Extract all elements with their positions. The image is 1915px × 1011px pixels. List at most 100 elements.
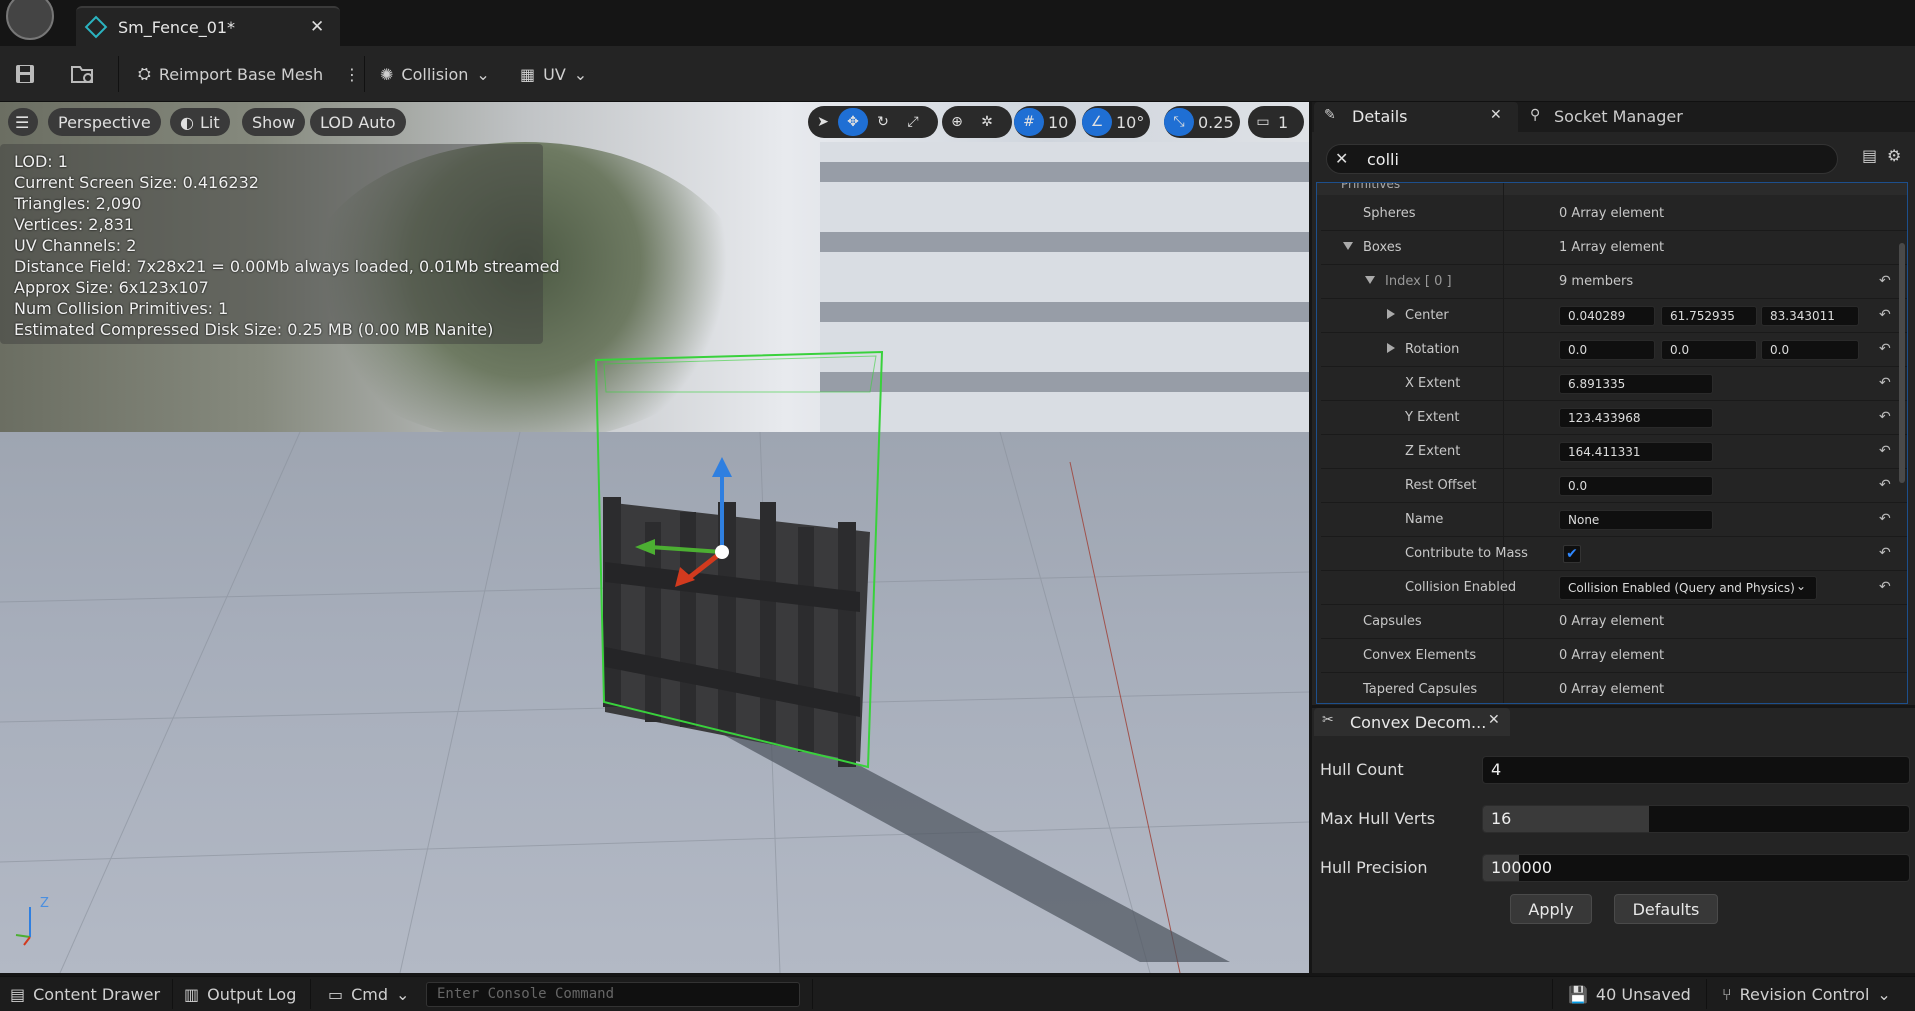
tab-convex-decomposition[interactable]: ✂ Convex Decom... ✕	[1314, 708, 1510, 736]
hull-precision-slider[interactable]: 100000	[1482, 854, 1910, 882]
reset-to-default-icon[interactable]: ↶	[1879, 375, 1891, 391]
camera-speed-value[interactable]: 1	[1278, 113, 1288, 132]
center-z-field[interactable]: 83.343011	[1761, 306, 1859, 326]
details-tab-label: Details	[1352, 107, 1408, 126]
browse-folder-icon[interactable]	[70, 60, 96, 88]
reset-to-default-icon[interactable]: ↶	[1879, 477, 1891, 493]
output-log-icon: ▥	[184, 985, 200, 1004]
console-command-input[interactable]: Enter Console Command	[426, 982, 800, 1007]
grid-snap-value[interactable]: 10	[1044, 113, 1068, 132]
y-extent-field[interactable]: 123.433968	[1559, 408, 1713, 428]
reset-to-default-icon[interactable]: ↶	[1879, 443, 1891, 459]
rotation-y-field[interactable]: 0.0	[1661, 340, 1757, 360]
max-hull-verts-slider[interactable]: 16	[1482, 805, 1910, 833]
expand-arrow-icon[interactable]	[1387, 343, 1395, 353]
z-extent-label: Z Extent	[1405, 444, 1461, 459]
name-field[interactable]: None	[1559, 510, 1713, 530]
reset-to-default-icon[interactable]: ↶	[1879, 341, 1891, 357]
x-extent-field[interactable]: 6.891335	[1559, 374, 1713, 394]
tab-socket-manager[interactable]: ⚲ Socket Manager	[1522, 102, 1742, 132]
collision-enabled-dropdown[interactable]: Collision Enabled (Query and Physics) ⌄	[1559, 576, 1817, 600]
collision-menu-button[interactable]: ✺ Collision ⌄	[380, 60, 490, 88]
reset-to-default-icon[interactable]: ↶	[1879, 511, 1891, 527]
translate-tool-icon[interactable]: ✥	[838, 108, 868, 136]
lod-label: LOD Auto	[320, 112, 396, 132]
boxes-row[interactable]: Boxes 1 Array element	[1321, 231, 1907, 265]
viewport-menu-button[interactable]: ☰	[8, 108, 38, 136]
reimport-base-mesh-button[interactable]: ⛭ Reimport Base Mesh	[138, 60, 323, 88]
tab-details[interactable]: ✎ Details ✕	[1314, 102, 1518, 132]
content-drawer-button[interactable]: ▤ Content Drawer	[10, 985, 160, 1004]
y-extent-row: Y Extent 123.433968 ↶	[1321, 401, 1907, 435]
cmd-menu-button[interactable]: ▭ Cmd ⌄	[328, 985, 409, 1004]
search-input[interactable]: ✕ colli	[1326, 144, 1838, 174]
capsules-row: Capsules 0 Array element	[1321, 605, 1907, 639]
perspective-button[interactable]: Perspective	[48, 108, 161, 136]
index-row[interactable]: Index [ 0 ] 9 members ↶	[1321, 265, 1907, 299]
statusbar-divider	[310, 979, 311, 1009]
x-extent-label: X Extent	[1405, 376, 1461, 391]
expand-arrow-icon[interactable]	[1387, 309, 1395, 319]
reset-to-default-icon[interactable]: ↶	[1879, 545, 1891, 561]
clear-search-icon[interactable]: ✕	[1335, 149, 1348, 168]
rotation-z-field[interactable]: 0.0	[1761, 340, 1859, 360]
scale-snap-value[interactable]: 0.25	[1194, 113, 1234, 132]
reset-to-default-icon[interactable]: ↶	[1879, 307, 1891, 323]
settings-gear-icon[interactable]: ⚙	[1887, 146, 1901, 165]
expand-arrow-icon[interactable]	[1343, 242, 1353, 250]
rotate-tool-icon[interactable]: ↻	[868, 108, 898, 136]
lod-button[interactable]: LOD Auto	[310, 108, 406, 136]
center-x-field[interactable]: 0.040289	[1559, 306, 1655, 326]
show-button[interactable]: Show	[242, 108, 306, 136]
property-tree: Primitives Spheres 0 Array element Boxes…	[1316, 182, 1908, 704]
surface-snap-icon[interactable]: ✲	[972, 108, 1002, 136]
stat-line: Estimated Compressed Disk Size: 0.25 MB …	[14, 320, 494, 339]
lit-label: Lit	[199, 112, 220, 132]
scale-snap-icon[interactable]: ⤡	[1164, 108, 1194, 136]
details-scrollbar[interactable]	[1899, 243, 1905, 483]
unsaved-button[interactable]: 💾 40 Unsaved	[1568, 985, 1691, 1004]
z-extent-row: Z Extent 164.411331 ↶	[1321, 435, 1907, 469]
contribute-mass-checkbox[interactable]: ✔	[1563, 545, 1581, 563]
tapered-capsules-row: Tapered Capsules 0 Array element	[1321, 673, 1907, 703]
reset-to-default-icon[interactable]: ↶	[1879, 579, 1891, 595]
viewport-stats-panel: LOD: 1 Current Screen Size: 0.416232 Tri…	[0, 144, 560, 344]
z-extent-field[interactable]: 164.411331	[1559, 442, 1713, 462]
primitives-section-header[interactable]: Primitives	[1317, 183, 1907, 195]
rotation-snap-icon[interactable]: ∠	[1082, 108, 1112, 136]
lit-button[interactable]: ◐ Lit	[170, 108, 230, 136]
hull-count-field[interactable]: 4	[1482, 756, 1910, 784]
table-view-icon[interactable]: ▤	[1862, 146, 1877, 165]
reset-to-default-icon[interactable]: ↶	[1879, 409, 1891, 425]
convex-elements-row: Convex Elements 0 Array element	[1321, 639, 1907, 673]
close-tab-icon[interactable]: ✕	[310, 17, 324, 37]
name-row: Name None ↶	[1321, 503, 1907, 537]
rotation-label: Rotation	[1405, 342, 1460, 357]
apply-button[interactable]: Apply	[1510, 894, 1592, 924]
camera-icon[interactable]: ▭	[1248, 108, 1278, 136]
rest-offset-field[interactable]: 0.0	[1559, 476, 1713, 496]
convex-tool-icon: ✂	[1322, 712, 1334, 728]
asset-tab[interactable]: Sm_Fence_01* ✕	[76, 6, 340, 46]
output-log-button[interactable]: ▥ Output Log	[184, 985, 296, 1004]
world-local-icon[interactable]: ⊕	[942, 108, 972, 136]
close-tab-icon[interactable]: ✕	[1490, 107, 1502, 123]
defaults-button[interactable]: Defaults	[1614, 894, 1718, 924]
more-options-icon[interactable]: ⋮	[344, 60, 360, 88]
select-tool-icon[interactable]: ➤	[808, 108, 838, 136]
reset-to-default-icon[interactable]: ↶	[1879, 273, 1891, 289]
rotation-x-field[interactable]: 0.0	[1559, 340, 1655, 360]
center-y-field[interactable]: 61.752935	[1661, 306, 1757, 326]
save-icon[interactable]	[14, 60, 36, 88]
grid-snap-icon[interactable]: #	[1014, 108, 1044, 136]
uv-menu-button[interactable]: ▦ UV ⌄	[520, 60, 587, 88]
socket-tab-label: Socket Manager	[1554, 107, 1683, 126]
rotation-snap-value[interactable]: 10°	[1112, 113, 1144, 132]
expand-arrow-icon[interactable]	[1365, 276, 1375, 284]
close-tab-icon[interactable]: ✕	[1488, 712, 1500, 728]
revision-control-button[interactable]: ⑂ Revision Control ⌄	[1722, 985, 1891, 1004]
unreal-logo-icon[interactable]	[6, 0, 54, 40]
name-label: Name	[1405, 512, 1444, 527]
scale-tool-icon[interactable]: ⤢	[898, 108, 928, 136]
viewport[interactable]: Z LOD: 1 Current Screen Size: 0.416232 T…	[0, 102, 1309, 973]
